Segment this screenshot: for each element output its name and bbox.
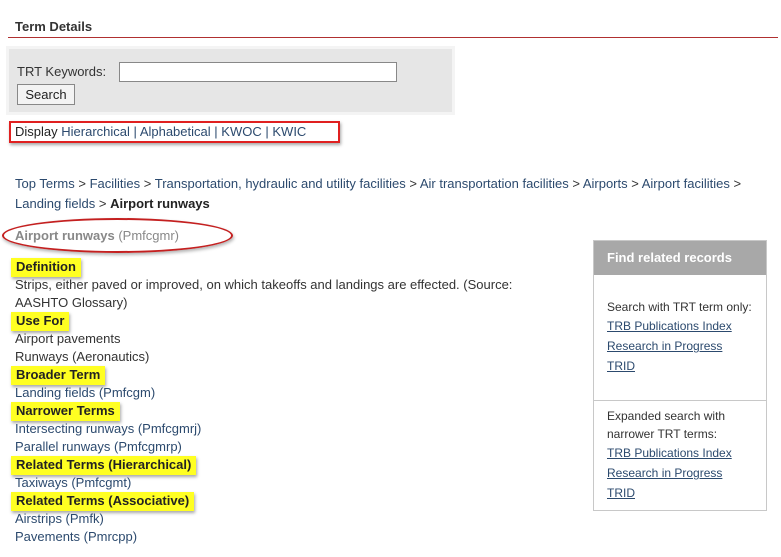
broader-term-link[interactable]: Landing fields (Pmfcgm) bbox=[15, 384, 155, 402]
related-records-header: Find related records bbox=[594, 241, 766, 275]
breadcrumb-airport-facilities[interactable]: Airport facilities bbox=[642, 176, 730, 191]
breadcrumb-current: Airport runways bbox=[110, 196, 210, 211]
use-for-heading: Use For bbox=[11, 312, 70, 331]
breadcrumb-landing-fields[interactable]: Landing fields bbox=[15, 196, 95, 211]
definition-text-line-1: Strips, either paved or improved, on whi… bbox=[15, 277, 513, 292]
display-alphabetical-link[interactable]: Alphabetical bbox=[140, 124, 211, 139]
related-hierarchical-link[interactable]: Taxiways (Pmfcgmt) bbox=[15, 474, 131, 492]
breadcrumb-separator: > bbox=[409, 176, 417, 191]
breadcrumb-transportation-facilities[interactable]: Transportation, hydraulic and utility fa… bbox=[155, 176, 406, 191]
breadcrumb-facilities[interactable]: Facilities bbox=[90, 176, 141, 191]
narrower-terms-heading: Narrower Terms bbox=[11, 402, 120, 421]
trt-only-label: Search with TRT term only: bbox=[607, 300, 752, 314]
search-button[interactable]: Search bbox=[17, 84, 75, 105]
trt-only-trb-publications-link[interactable]: TRB Publications Index bbox=[607, 317, 732, 335]
display-kwic-link[interactable]: KWIC bbox=[272, 124, 306, 139]
page-title: Term Details bbox=[15, 19, 93, 34]
display-label: Display bbox=[15, 124, 58, 139]
display-separator: | bbox=[214, 124, 218, 139]
breadcrumb-separator: > bbox=[631, 176, 639, 191]
expanded-search-label-line-2: narrower TRT terms: bbox=[607, 427, 718, 441]
breadcrumb-separator: > bbox=[143, 176, 152, 191]
trt-only-trid-link[interactable]: TRID bbox=[607, 357, 635, 375]
expanded-trid-link[interactable]: TRID bbox=[607, 484, 635, 502]
definition-text-line-2: AASHTO Glossary) bbox=[15, 295, 128, 310]
display-separator: | bbox=[133, 124, 137, 139]
breadcrumb-airports[interactable]: Airports bbox=[583, 176, 628, 191]
related-hierarchical-heading: Related Terms (Hierarchical) bbox=[11, 456, 197, 475]
breadcrumb-air-transportation-facilities[interactable]: Air transportation facilities bbox=[420, 176, 569, 191]
breadcrumb-separator: > bbox=[733, 176, 742, 191]
display-hierarchical-link[interactable]: Hierarchical bbox=[61, 124, 130, 139]
related-associative-link[interactable]: Pavements (Pmrcpp) bbox=[15, 528, 137, 546]
related-associative-link[interactable]: Airstrips (Pmfk) bbox=[15, 510, 104, 528]
breadcrumb: Top Terms > Facilities > Transportation,… bbox=[15, 174, 775, 214]
broader-term-heading: Broader Term bbox=[11, 366, 106, 385]
use-for-item: Airport pavements bbox=[15, 331, 121, 346]
keywords-input[interactable] bbox=[119, 62, 397, 82]
term-heading: Airport runways (Pmfcgmr) bbox=[15, 228, 179, 243]
keywords-label: TRT Keywords: bbox=[17, 64, 107, 79]
narrower-term-link[interactable]: Intersecting runways (Pmfcgmrj) bbox=[15, 420, 201, 438]
breadcrumb-separator: > bbox=[78, 176, 86, 191]
definition-heading: Definition bbox=[11, 258, 81, 277]
use-for-item: Runways (Aeronautics) bbox=[15, 349, 150, 364]
trt-only-research-in-progress-link[interactable]: Research in Progress bbox=[607, 337, 722, 355]
breadcrumb-separator: > bbox=[572, 176, 580, 191]
display-options: Display Hierarchical | Alphabetical | KW… bbox=[15, 124, 306, 139]
breadcrumb-separator: > bbox=[98, 196, 107, 211]
related-associative-heading: Related Terms (Associative) bbox=[11, 492, 195, 511]
title-divider bbox=[8, 37, 778, 38]
display-kwoc-link[interactable]: KWOC bbox=[221, 124, 261, 139]
breadcrumb-top-terms[interactable]: Top Terms bbox=[15, 176, 75, 191]
display-separator: | bbox=[265, 124, 269, 139]
term-code: (Pmfcgmr) bbox=[118, 228, 179, 243]
narrower-term-link[interactable]: Parallel runways (Pmfcgmrp) bbox=[15, 438, 182, 456]
related-records-divider bbox=[594, 400, 766, 401]
expanded-search-label-line-1: Expanded search with bbox=[607, 409, 726, 423]
term-name: Airport runways bbox=[15, 228, 115, 243]
expanded-trb-publications-link[interactable]: TRB Publications Index bbox=[607, 444, 732, 462]
expanded-research-in-progress-link[interactable]: Research in Progress bbox=[607, 464, 722, 482]
